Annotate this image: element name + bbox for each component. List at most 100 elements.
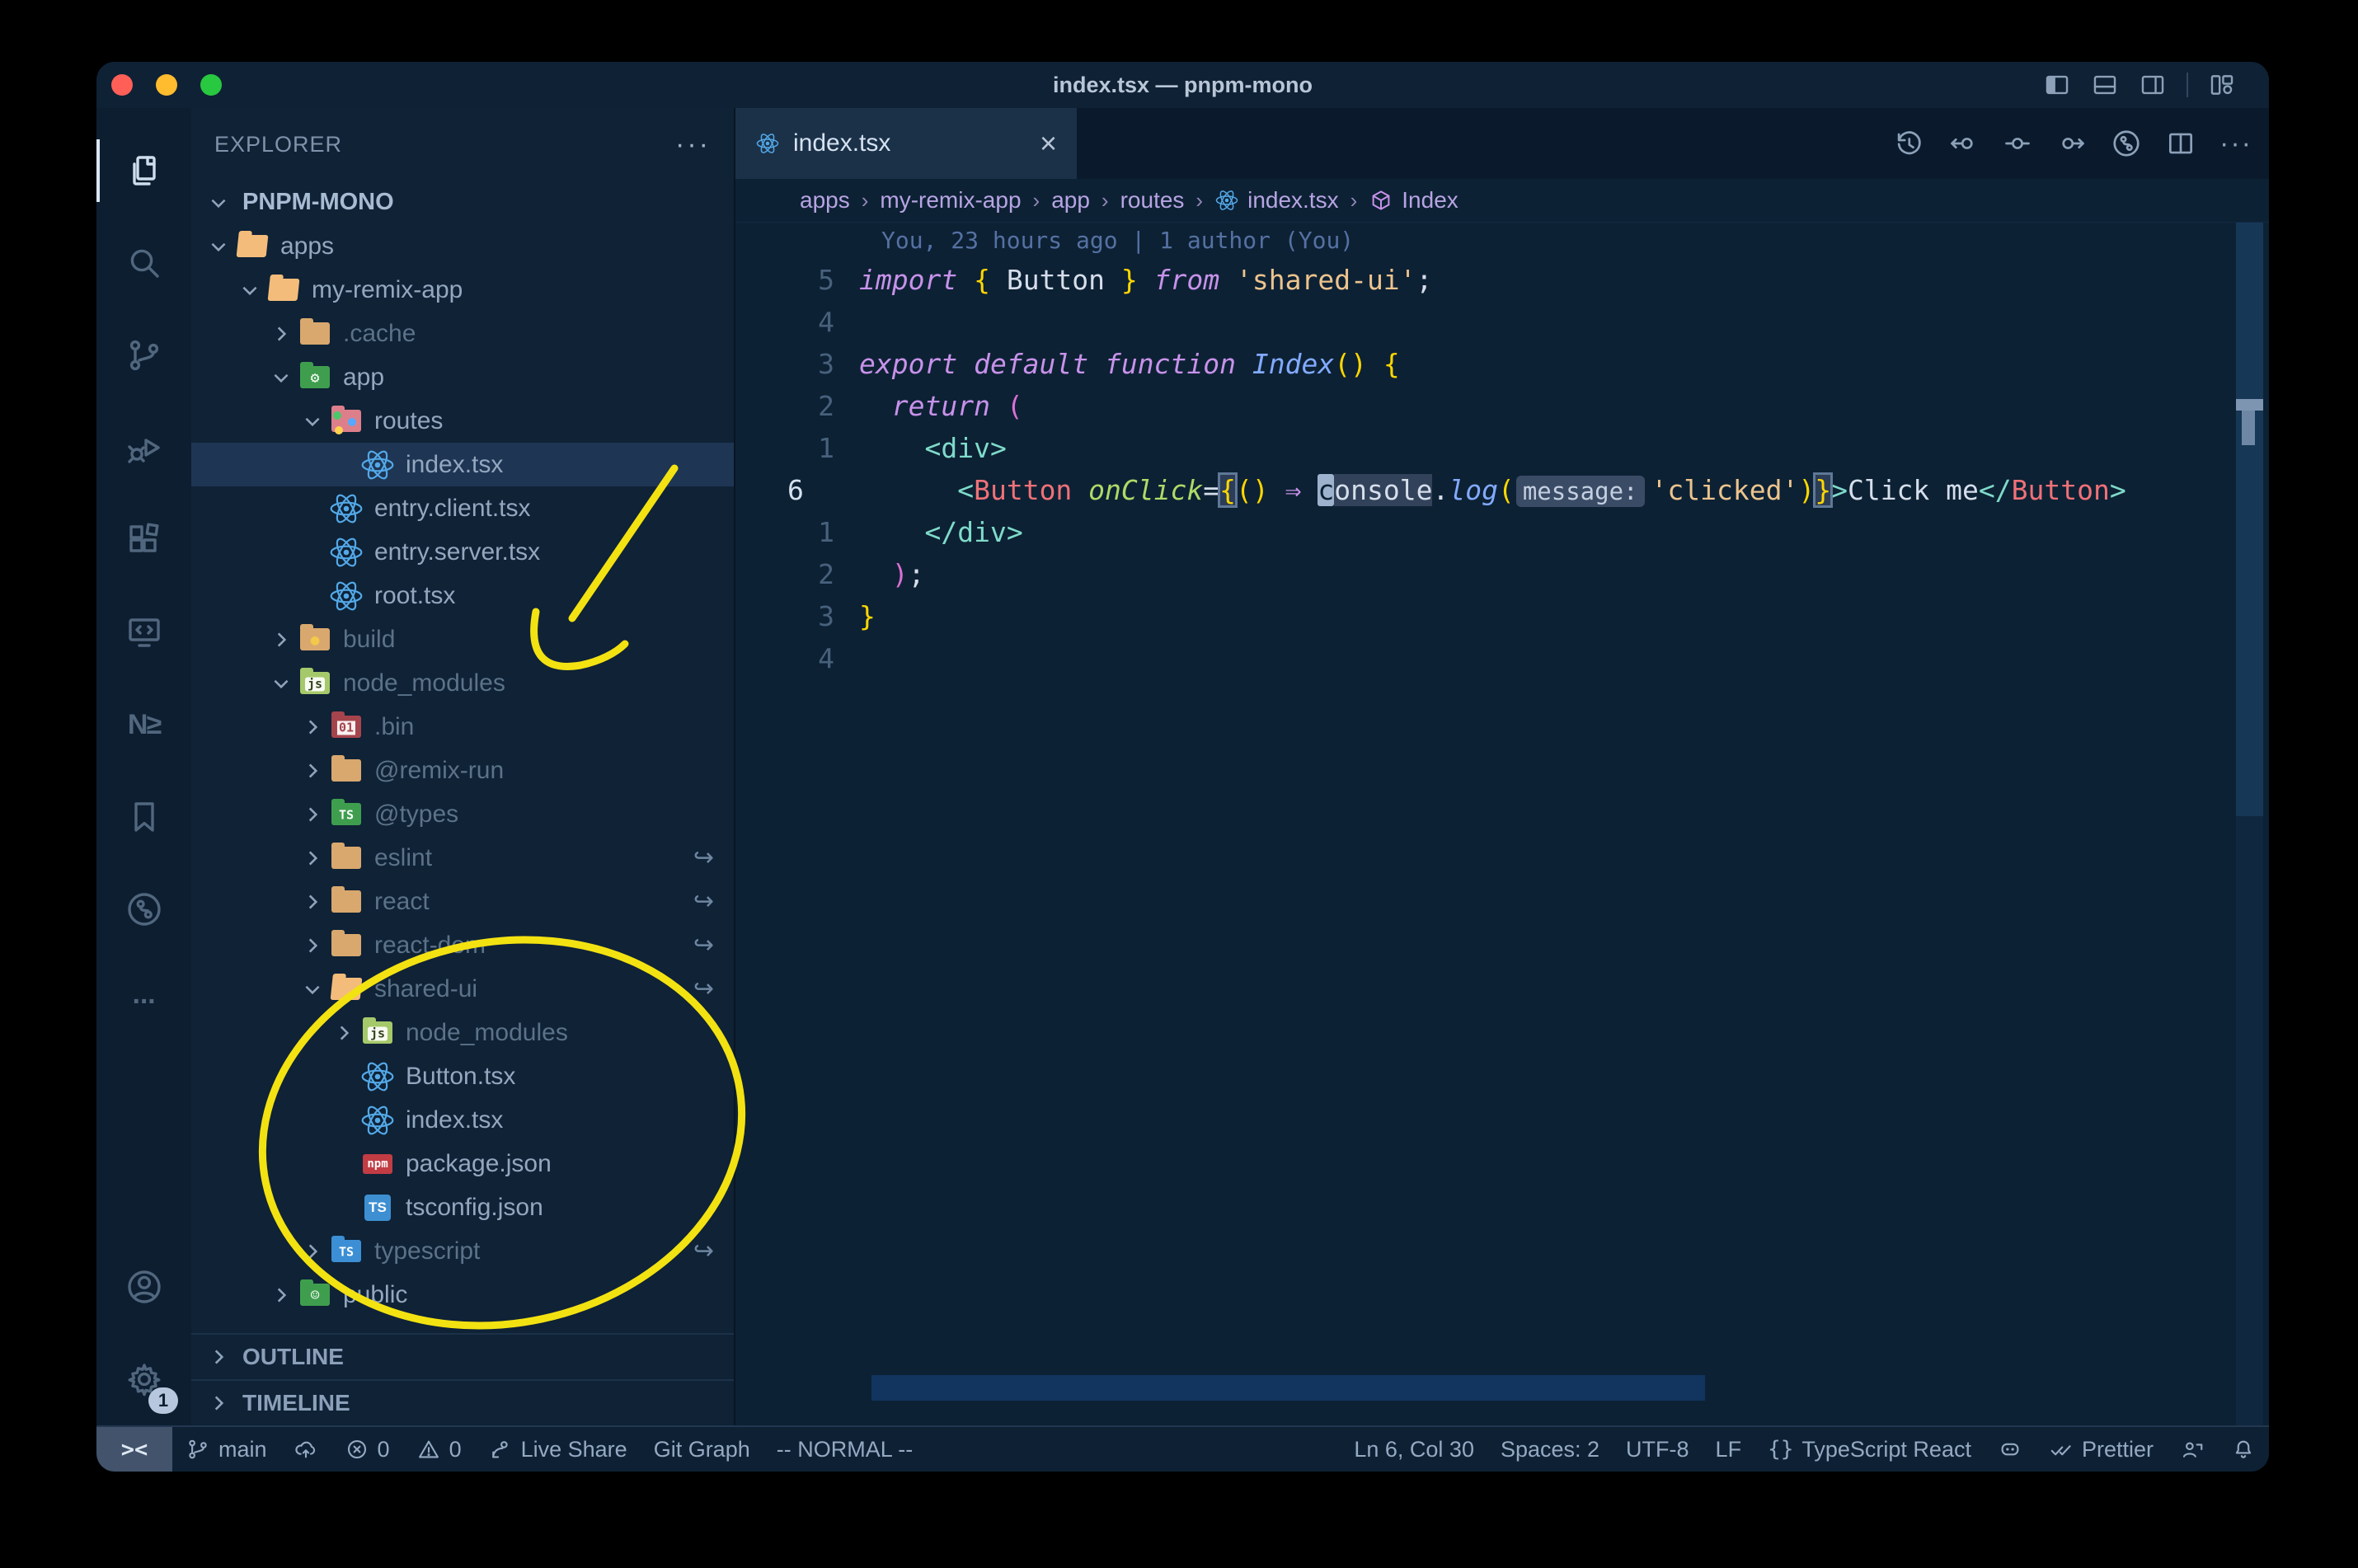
- tree-item-label: entry.client.tsx: [374, 494, 531, 522]
- status-eol-sequence[interactable]: LF: [1703, 1427, 1755, 1472]
- tree-item-label: my-remix-app: [312, 275, 463, 303]
- activitybar-settings[interactable]: 1: [96, 1333, 191, 1425]
- code-line: 1 <div>: [735, 427, 2269, 469]
- tree-item-apps[interactable]: apps: [191, 224, 734, 268]
- tree-item-button-tsx[interactable]: Button.tsx: [191, 1054, 734, 1098]
- split-editor-icon[interactable]: [2165, 128, 2196, 159]
- tree-item-build[interactable]: ● build: [191, 617, 734, 661]
- activitybar-remote-explorer[interactable]: [96, 586, 191, 678]
- activitybar-more-views[interactable]: ···: [96, 955, 191, 1048]
- workspace-section-header[interactable]: PNPM-MONO: [191, 181, 734, 224]
- close-window-button[interactable]: [111, 74, 133, 96]
- tree-item-app[interactable]: ⚙ app: [191, 355, 734, 399]
- zoom-window-button[interactable]: [200, 74, 222, 96]
- tree-item--cache[interactable]: .cache: [191, 312, 734, 355]
- toggle-secondary-sidebar-icon[interactable]: [2139, 71, 2167, 99]
- tree-item--remix-run[interactable]: @remix-run: [191, 749, 734, 792]
- tree-item-entry-client-tsx[interactable]: entry.client.tsx: [191, 486, 734, 530]
- status-warnings[interactable]: 0: [403, 1427, 475, 1472]
- tree-item-routes[interactable]: routes: [191, 399, 734, 443]
- status-notifications[interactable]: [2218, 1427, 2269, 1472]
- activitybar-accounts[interactable]: [96, 1241, 191, 1333]
- tree-item-index-tsx[interactable]: index.tsx: [191, 443, 734, 486]
- status-formatter-prettier[interactable]: Prettier: [2036, 1427, 2167, 1472]
- activity-bar: N≥ ··· 1: [96, 108, 191, 1425]
- status-live-share[interactable]: Live Share: [475, 1427, 641, 1472]
- open-changes-previous-icon[interactable]: [1947, 128, 1979, 159]
- tree-item-root-tsx[interactable]: root.tsx: [191, 574, 734, 617]
- symlink-icon: ↪: [693, 844, 714, 871]
- tree-item--types[interactable]: TS @types: [191, 792, 734, 836]
- activitybar-nx-console[interactable]: N≥: [96, 678, 191, 771]
- activitybar-source-control[interactable]: [96, 309, 191, 401]
- tree-item-typescript[interactable]: TS typescript ↪: [191, 1229, 734, 1273]
- status-copilot[interactable]: [1985, 1427, 2036, 1472]
- minimize-window-button[interactable]: [156, 74, 177, 96]
- status-language-mode[interactable]: {} TypeScript React: [1754, 1427, 1985, 1472]
- line-number: 1: [818, 432, 834, 464]
- open-changes-next-icon[interactable]: [2056, 128, 2088, 159]
- code-token: (): [1236, 474, 1269, 506]
- chevron-right-icon: [265, 1279, 297, 1311]
- toggle-primary-sidebar-icon[interactable]: [2043, 71, 2071, 99]
- breadcrumb-item-my-remix-app[interactable]: my-remix-app: [880, 187, 1021, 214]
- tree-item-node-modules[interactable]: js node_modules: [191, 1011, 734, 1054]
- breadcrumb-separator: ›: [1101, 187, 1109, 213]
- line-number: 4: [818, 642, 834, 674]
- tree-item-eslint[interactable]: eslint ↪: [191, 836, 734, 880]
- breadcrumb-item-routes[interactable]: routes: [1120, 187, 1185, 214]
- code-token: Button: [974, 474, 1089, 506]
- tree-item-entry-server-tsx[interactable]: entry.server.tsx: [191, 530, 734, 574]
- customize-layout-icon[interactable]: [2208, 71, 2236, 99]
- vertical-scrollbar-slider[interactable]: [2236, 223, 2263, 816]
- status-errors[interactable]: 0: [331, 1427, 403, 1472]
- timeline-history-icon[interactable]: [1893, 128, 1924, 159]
- status-remote-indicator[interactable]: ><: [96, 1427, 172, 1472]
- activitybar-run-debug[interactable]: [96, 401, 191, 494]
- tree-item-node-modules[interactable]: js node_modules: [191, 661, 734, 705]
- breadcrumb-item-app[interactable]: app: [1051, 187, 1090, 214]
- status-cursor-position[interactable]: Ln 6, Col 30: [1341, 1427, 1487, 1472]
- tree-item-react-dom[interactable]: react-dom ↪: [191, 923, 734, 967]
- status-git-graph[interactable]: Git Graph: [641, 1427, 763, 1472]
- status-text: ><: [120, 1436, 148, 1462]
- status-vim-mode[interactable]: -- NORMAL --: [763, 1427, 926, 1472]
- activitybar-search[interactable]: [96, 217, 191, 309]
- activitybar-bookmarks[interactable]: [96, 771, 191, 863]
- chevron-right-icon: [297, 799, 328, 830]
- status-git-branch[interactable]: main: [172, 1427, 280, 1472]
- outline-panel-header[interactable]: OUTLINE: [191, 1333, 734, 1379]
- horizontal-scrollbar[interactable]: [871, 1375, 1705, 1401]
- activitybar-explorer[interactable]: [96, 124, 191, 217]
- tree-item-package-json[interactable]: npm package.json: [191, 1142, 734, 1185]
- tree-item-react[interactable]: react ↪: [191, 880, 734, 923]
- breadcrumb-item-index[interactable]: Index: [1369, 187, 1458, 214]
- tree-item-public[interactable]: ☺ public: [191, 1273, 734, 1317]
- code-token: }: [1813, 472, 1834, 508]
- explorer-more-icon[interactable]: ···: [675, 129, 711, 161]
- copilot-icon: [1998, 1437, 2022, 1462]
- toggle-panel-icon[interactable]: [2091, 71, 2119, 99]
- timeline-panel-header[interactable]: TIMELINE: [191, 1379, 734, 1425]
- open-changes-icon[interactable]: [2002, 128, 2033, 159]
- status-encoding[interactable]: UTF-8: [1613, 1427, 1703, 1472]
- activitybar-gitlens[interactable]: [96, 863, 191, 955]
- tree-item--bin[interactable]: 01 .bin: [191, 705, 734, 749]
- chevron-right-icon: [203, 1341, 234, 1373]
- vertical-scrollbar[interactable]: [2236, 223, 2263, 1425]
- breadcrumb-item-apps[interactable]: apps: [800, 187, 850, 214]
- status-feedback[interactable]: [2167, 1427, 2218, 1472]
- code-area[interactable]: You, 23 hours ago | 1 author (You) 5 impo…: [735, 223, 2269, 1425]
- gitlens-graph-icon[interactable]: [2111, 128, 2142, 159]
- tree-item-my-remix-app[interactable]: my-remix-app: [191, 268, 734, 312]
- more-actions-icon[interactable]: ···: [2219, 128, 2252, 160]
- close-tab-icon[interactable]: ×: [1040, 126, 1057, 161]
- status-indentation[interactable]: Spaces: 2: [1487, 1427, 1613, 1472]
- tree-item-tsconfig-json[interactable]: TS tsconfig.json: [191, 1185, 734, 1229]
- tab-index-tsx[interactable]: index.tsx ×: [735, 108, 1077, 179]
- activitybar-extensions[interactable]: [96, 494, 191, 586]
- tree-item-shared-ui[interactable]: shared-ui ↪: [191, 967, 734, 1011]
- status-publish-changes[interactable]: [280, 1427, 331, 1472]
- tree-item-index-tsx[interactable]: index.tsx: [191, 1098, 734, 1142]
- breadcrumb-item-index-tsx[interactable]: index.tsx: [1214, 187, 1339, 214]
